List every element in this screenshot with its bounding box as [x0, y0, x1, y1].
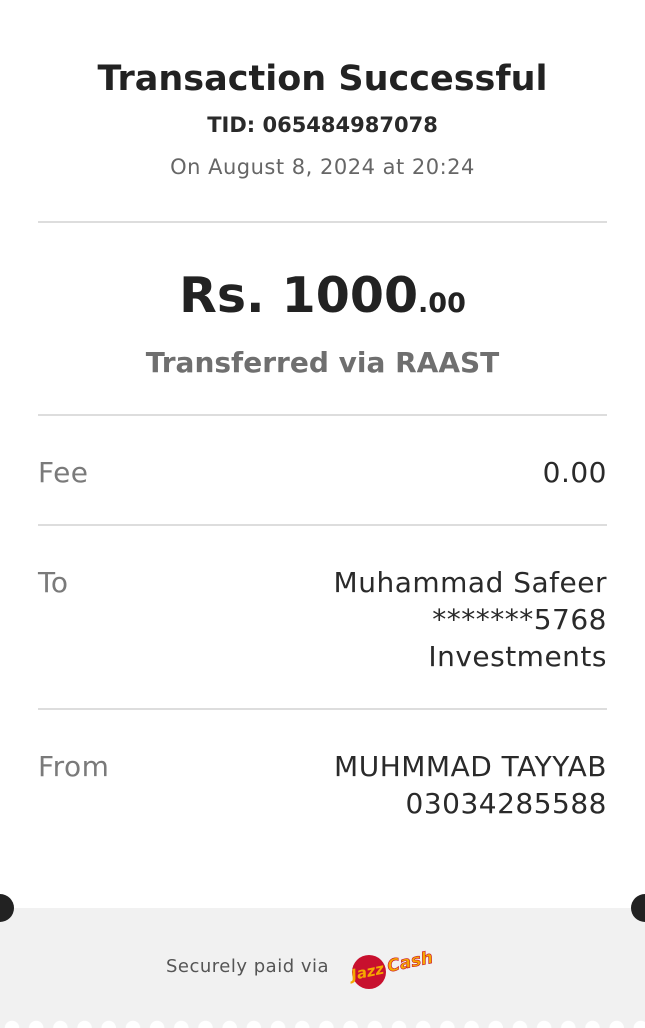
fee-value: 0.00: [543, 454, 607, 491]
recipient-row: To Muhammad Safeer *******5768 Investmen…: [38, 564, 607, 675]
sender-details: MUHMMAD TAYYAB 03034285588: [334, 748, 607, 822]
page-title: Transaction Successful: [97, 59, 548, 99]
receipt-scalloped-edge: [0, 1018, 645, 1028]
transfer-method: Transferred via RAAST: [145, 346, 500, 379]
from-label: From: [38, 750, 110, 783]
amount-main: Rs. 1000: [179, 267, 419, 324]
transaction-date: On August 8, 2024 at 20:24: [170, 155, 475, 179]
divider: [38, 524, 607, 526]
transaction-amount: Rs. 1000.00: [0, 266, 645, 326]
receipt-header: Transaction Successful TID: 065484987078…: [0, 58, 645, 180]
to-label: To: [38, 566, 69, 599]
fee-label: Fee: [38, 456, 89, 489]
recipient-name: Muhammad Safeer: [333, 566, 607, 599]
jazzcash-logo-icon: Jazz Cash: [347, 947, 435, 989]
recipient-details: Muhammad Safeer *******5768 Investments: [334, 564, 607, 675]
sender-row: From MUHMMAD TAYYAB 03034285588: [38, 748, 607, 822]
amount-decimals: .00: [418, 288, 466, 319]
receipt-page: Transaction Successful TID: 065484987078…: [0, 0, 645, 1028]
recipient-account: *******5768: [432, 603, 607, 636]
receipt-footer: Securely paid via Jazz Cash: [0, 908, 645, 1028]
fee-amount: 0.00: [542, 456, 607, 489]
divider: [38, 221, 607, 223]
sender-account: 03034285588: [405, 787, 607, 820]
divider: [38, 708, 607, 710]
recipient-bank: Investments: [428, 640, 607, 673]
divider: [38, 414, 607, 416]
jazzcash-logo-text-right: Cash: [386, 948, 435, 977]
secure-payment-text: Securely paid via: [166, 956, 330, 977]
transaction-id: TID: 065484987078: [207, 113, 438, 137]
amount-block: Rs. 1000.00 Transferred via RAAST: [0, 266, 645, 380]
sender-name: MUHMMAD TAYYAB: [334, 750, 607, 783]
fee-row: Fee 0.00: [38, 454, 607, 491]
